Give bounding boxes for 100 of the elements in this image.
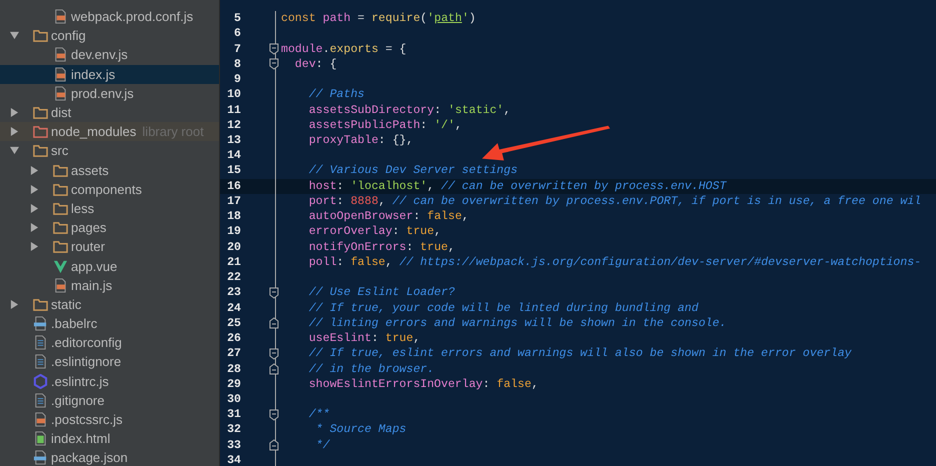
folder-icon [53, 162, 68, 178]
line-number: 27 [226, 347, 241, 360]
code-line: assetsSubDirectory: 'static', [308, 104, 511, 117]
line-number: 26 [226, 332, 241, 346]
code-line: // Paths [308, 88, 364, 102]
line-number: 18 [226, 210, 241, 224]
folder-icon [53, 200, 68, 216]
file-icon [53, 258, 68, 274]
tree-item[interactable]: webpack.prod.conf.js [0, 7, 219, 26]
tree-item[interactable]: dist [0, 102, 219, 122]
tree-item[interactable]: .eslintignore [0, 352, 219, 372]
code-line: dev: { [294, 58, 337, 71]
code-line: // Use Eslint Loader? [308, 286, 455, 300]
file-icon [33, 316, 48, 332]
line-number: 25 [226, 316, 241, 330]
tree-item[interactable]: .editorconfig [0, 333, 219, 352]
line-number: 8 [233, 58, 241, 71]
folder-icon [53, 239, 68, 254]
line-number: 15 [226, 164, 241, 178]
code-line: poll: false, // https://webpack.js.org/configuration/dev-server/#devserver-watchoptions- [308, 256, 922, 269]
fold-marker-icon[interactable] [269, 363, 279, 375]
fold-marker-icon[interactable] [269, 408, 279, 421]
expand-arrow-icon[interactable] [10, 31, 19, 40]
line-number: 10 [226, 88, 241, 102]
tree-item[interactable]: main.js [0, 276, 219, 295]
fold-marker-icon[interactable] [269, 286, 279, 299]
expand-arrow-icon[interactable] [10, 300, 19, 309]
fold-marker-icon[interactable] [269, 58, 279, 70]
line-number: 11 [226, 104, 241, 117]
file-icon [53, 9, 68, 24]
line-number: 14 [226, 149, 241, 162]
file-icon [53, 278, 68, 293]
code-line: errorOverlay: true, [308, 225, 442, 238]
code-line: /** [308, 408, 330, 422]
code-line: // linting errors and warnings will be shown in the console. [308, 316, 726, 330]
line-number: 22 [226, 271, 241, 284]
code-line: autoOpenBrowser: false, [308, 210, 469, 224]
tree-item[interactable]: .eslintrc.js [0, 372, 219, 391]
code-line: // in the browser. [308, 362, 434, 376]
folder-icon [53, 220, 68, 236]
line-number: 13 [226, 134, 241, 147]
code-line: useEslint: true, [308, 332, 420, 346]
tree-item[interactable]: assets [0, 160, 219, 180]
file-icon [33, 431, 48, 446]
line-number: 31 [226, 408, 241, 422]
line-number: 23 [226, 286, 241, 300]
line-number: 17 [226, 194, 241, 208]
tree-item[interactable]: index.html [0, 429, 219, 448]
file-icon [33, 392, 48, 408]
line-number: 30 [226, 392, 241, 406]
code-line: notifyOnErrors: true, [308, 240, 455, 254]
code-line: assetsPublicPath: '/', [308, 118, 462, 132]
tree-item[interactable]: config [0, 26, 219, 46]
file-icon [33, 335, 48, 350]
tree-item[interactable]: .babelrc [0, 314, 219, 334]
line-number: 29 [226, 378, 241, 391]
folder-icon [33, 124, 48, 140]
fold-marker-icon[interactable] [269, 439, 279, 452]
line-number: 32 [226, 423, 241, 436]
tree-item[interactable]: less [0, 198, 219, 218]
code-line: * Source Maps [314, 423, 406, 436]
line-number: 21 [226, 256, 241, 269]
line-number: 12 [226, 118, 241, 132]
tree-item[interactable]: package.json [0, 448, 219, 466]
file-icon [33, 412, 48, 428]
folder-icon [53, 182, 68, 197]
tree-item[interactable]: pages [0, 218, 219, 238]
tree-item[interactable]: static [0, 294, 219, 314]
code-line: showEslintErrorsInOverlay: false, [308, 378, 538, 391]
code-line: port: 8888, // can be overwritten by process.env.PORT, if port is in use, a free one wil [308, 194, 922, 208]
line-number: 19 [226, 225, 241, 238]
line-number: 24 [226, 302, 241, 315]
fold-marker-icon[interactable] [269, 43, 279, 56]
tree-item[interactable]: app.vue [0, 256, 219, 276]
tree-item[interactable]: dev.env.js [0, 45, 219, 65]
tree-item[interactable]: .postcssrc.js [0, 410, 219, 430]
file-icon [53, 86, 68, 101]
code-line: const path = require('path') [281, 12, 476, 26]
tree-item[interactable]: prod.env.js [0, 84, 219, 103]
line-number: 6 [233, 27, 241, 40]
folder-icon [33, 28, 48, 44]
folder-icon [33, 143, 48, 158]
file-icon [33, 374, 48, 389]
folder-icon [33, 105, 48, 120]
tree-item[interactable]: src [0, 141, 219, 160]
code-line: proxyTable: {}, [308, 134, 414, 147]
fold-marker-icon[interactable] [269, 317, 279, 330]
file-icon [53, 66, 68, 82]
fold-marker-icon[interactable] [269, 348, 279, 360]
line-number: 9 [233, 73, 241, 86]
tree-item[interactable]: .gitignore [0, 390, 219, 410]
line-number: 7 [233, 42, 241, 56]
line-number: 33 [226, 438, 241, 452]
tree-item[interactable]: index.js [0, 64, 219, 84]
tree-item[interactable]: router [0, 237, 219, 256]
code-line: host: 'localhost', // can be overwritten by process.env.HOST [308, 180, 726, 193]
line-number: 34 [226, 454, 241, 466]
tree-item[interactable]: components [0, 180, 219, 199]
file-icon [33, 354, 48, 370]
line-number: 16 [226, 180, 241, 193]
